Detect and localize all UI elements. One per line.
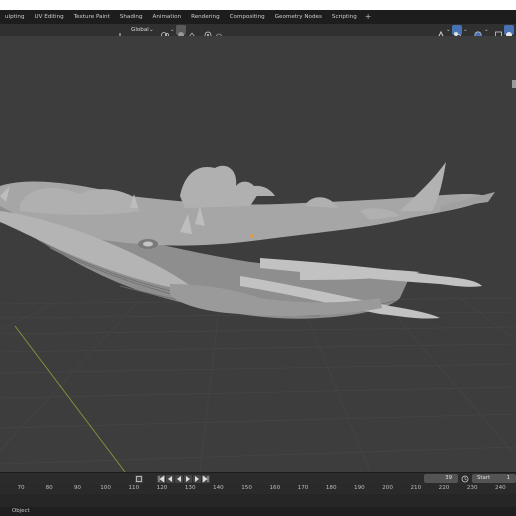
ruler-tick-label: 240 — [495, 485, 506, 491]
orientation-dropdown[interactable]: Global — [131, 25, 149, 35]
status-bar: Object — [0, 507, 516, 516]
keyframe-prev-icon[interactable] — [166, 475, 174, 483]
ruler-tick-label: 190 — [354, 485, 365, 491]
tab-texture-paint[interactable]: Texture Paint — [69, 10, 115, 24]
link-icon[interactable] — [160, 25, 170, 38]
blender-window: ulpting UV Editing Texture Paint Shading… — [0, 10, 516, 516]
keyframe-next-icon[interactable] — [193, 475, 201, 483]
viewport-canvas — [0, 80, 516, 472]
overlay-icon[interactable] — [452, 25, 462, 39]
workspace-tabs: ulpting UV Editing Texture Paint Shading… — [0, 10, 516, 24]
navigation-gizmo-edge[interactable] — [512, 80, 516, 88]
ruler-tick-label: 230 — [466, 485, 478, 491]
shading-wireframe-icon[interactable] — [494, 25, 503, 39]
y-axis-line — [14, 325, 126, 472]
timeline-body[interactable] — [0, 494, 516, 507]
tab-shading[interactable]: Shading — [115, 10, 148, 24]
status-mode-label: Object — [12, 508, 30, 514]
frame-ruler[interactable]: 70 80 90 100 110 120 130 140 150 160 170 180 190 200 2… — [0, 484, 516, 494]
snap-target-icon[interactable] — [187, 25, 197, 38]
jump-start-icon[interactable] — [157, 475, 165, 483]
play-icon[interactable] — [184, 475, 192, 483]
start-frame-field[interactable]: Start 1 — [472, 474, 516, 483]
ruler-tick-label: 90 — [73, 485, 81, 491]
current-frame-field[interactable]: 39 — [424, 474, 458, 483]
chevron-down-icon: ⌄ — [149, 27, 154, 33]
ruler-tick-label: 110 — [128, 485, 140, 491]
add-workspace-button[interactable]: + — [362, 10, 375, 24]
timeline-header: 39 Start 1 — [0, 472, 516, 484]
chevron-down-icon: ⌄ — [484, 27, 489, 33]
proportional-icon[interactable] — [203, 25, 213, 39]
ruler-tick-label: 120 — [156, 485, 168, 491]
play-reverse-icon[interactable] — [175, 475, 183, 483]
jump-end-icon[interactable] — [202, 475, 210, 483]
clock-icon[interactable] — [461, 475, 469, 483]
tab-uv-editing[interactable]: UV Editing — [30, 10, 69, 24]
ruler-tick-label: 140 — [213, 485, 224, 491]
tab-animation[interactable]: Animation — [148, 10, 187, 24]
tab-geometry-nodes[interactable]: Geometry Nodes — [270, 10, 327, 24]
orientation-icon[interactable] — [118, 25, 128, 39]
whale-sculpt-model[interactable] — [0, 162, 495, 319]
mouse-icon — [5, 508, 11, 516]
ruler-tick-label: 170 — [297, 485, 309, 491]
xray-icon[interactable] — [473, 25, 483, 39]
3d-viewport[interactable] — [0, 36, 516, 472]
ruler-tick-label: 200 — [382, 485, 393, 491]
falloff-icon[interactable] — [214, 25, 224, 39]
floor-grid — [0, 297, 516, 472]
tab-compositing[interactable]: Compositing — [225, 10, 270, 24]
ruler-tick-label: 150 — [241, 485, 252, 491]
start-label: Start — [477, 475, 491, 481]
snap-icon[interactable] — [176, 25, 186, 38]
gizmo-icon[interactable] — [436, 25, 446, 39]
ruler-tick-label: 100 — [100, 485, 111, 491]
chevron-down-icon: ⌄ — [446, 27, 451, 33]
ruler-tick-label: 80 — [45, 485, 53, 491]
tab-scripting[interactable]: Scripting — [327, 10, 362, 24]
chevron-down-icon: ⌄ — [463, 27, 468, 33]
start-value: 1 — [506, 475, 510, 481]
viewport-header: Global ⌄ ⌄ ⌄ ⌄ ⌄ — [0, 24, 516, 39]
ruler-tick-label: 210 — [410, 485, 422, 491]
ruler-tick-label: 220 — [438, 485, 450, 491]
ruler-tick-label: 160 — [269, 485, 281, 491]
chevron-down-icon: ⌄ — [170, 27, 175, 33]
ruler-tick-label: 130 — [184, 485, 196, 491]
tab-rendering[interactable]: Rendering — [186, 10, 225, 24]
shading-solid-icon[interactable] — [504, 25, 514, 38]
record-icon[interactable] — [135, 475, 143, 483]
tab-sculpting[interactable]: ulpting — [0, 10, 30, 24]
ruler-tick-label: 180 — [325, 485, 337, 491]
ruler-tick-label: 70 — [17, 485, 25, 491]
